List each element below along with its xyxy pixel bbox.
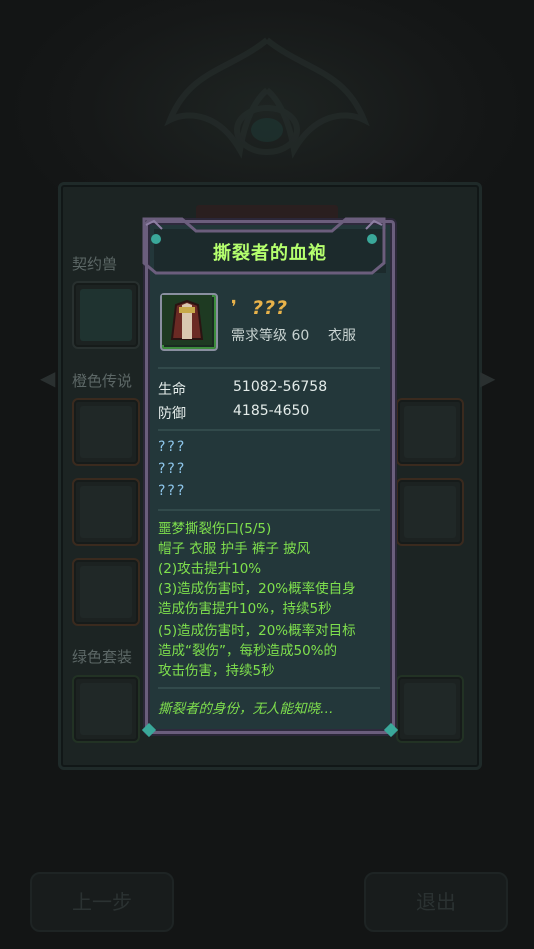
item-type: 衣服 — [328, 328, 356, 344]
flavor-text: 撕裂者的身份，无人能知晓… — [158, 701, 334, 717]
set-effect-line: 攻击伤害，持续5秒 — [158, 663, 275, 679]
set-name: 噩梦撕裂伤口(5/5) — [158, 521, 272, 537]
corner-gem-icon — [384, 723, 398, 737]
orange-slot-4[interactable] — [396, 398, 464, 466]
orange-slot-1[interactable] — [72, 398, 140, 466]
set-effect-line: (2)攻击提升10% — [158, 561, 262, 577]
divider — [158, 509, 380, 511]
section-label-orange: 橙色传说 — [72, 372, 133, 390]
section-label-pet: 契约兽 — [72, 255, 118, 273]
divider — [158, 367, 380, 369]
item-quality: ??? — [252, 297, 289, 319]
exit-button[interactable]: 退出 — [364, 872, 508, 932]
green-slot-2[interactable] — [396, 675, 464, 743]
unknown-attribute: ??? — [158, 439, 187, 455]
decorative-ornament — [164, 37, 370, 159]
set-effect-line: (3)造成伤害时，20%概率使自身 — [158, 581, 356, 597]
divider — [158, 429, 380, 431]
item-tooltip: 撕裂者的血袍 ❜ ??? 需求等级 60 衣服 生命 51082-56758 防… — [142, 217, 398, 737]
unknown-attribute: ??? — [158, 461, 187, 477]
green-slot-1[interactable] — [72, 675, 140, 743]
stat-name-hp: 生命 — [158, 382, 186, 398]
pet-slot[interactable] — [72, 281, 140, 349]
set-effect-line: 造成“裂伤”，每秒造成50%的 — [158, 643, 337, 659]
unknown-attribute: ??? — [158, 483, 187, 499]
stat-value-hp: 51082-56758 — [233, 379, 328, 395]
quality-icon: ❜ — [231, 297, 237, 318]
section-label-green: 绿色套装 — [72, 648, 133, 666]
orange-slot-5[interactable] — [396, 478, 464, 546]
set-effect-line: (5)造成伤害时，20%概率对目标 — [158, 623, 356, 639]
stat-value-def: 4185-4650 — [233, 403, 310, 419]
item-icon-frame — [160, 293, 218, 351]
required-level: 需求等级 60 — [231, 328, 310, 344]
header-frame-ornament — [142, 217, 386, 275]
set-effect-line: 造成伤害提升10%，持续5秒 — [158, 601, 332, 617]
set-pieces: 帽子 衣服 护手 裤子 披风 — [158, 541, 311, 557]
corner-gem-icon — [142, 723, 156, 737]
right-arrow-icon[interactable]: ▶ — [480, 366, 495, 390]
stat-name-def: 防御 — [158, 406, 186, 422]
divider — [158, 687, 380, 689]
orange-slot-3[interactable] — [72, 558, 140, 626]
orange-slot-2[interactable] — [72, 478, 140, 546]
prev-button[interactable]: 上一步 — [30, 872, 174, 932]
left-arrow-icon[interactable]: ◀ — [40, 366, 55, 390]
robe-icon — [162, 295, 212, 345]
